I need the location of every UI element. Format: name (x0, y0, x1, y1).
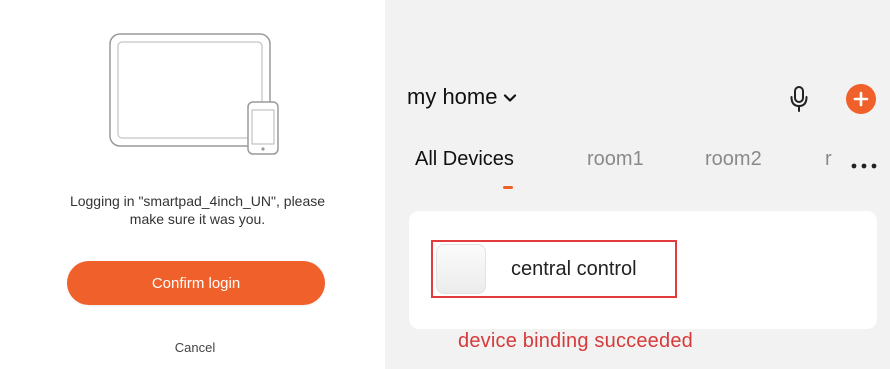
more-icon[interactable] (850, 163, 878, 169)
room-tabs: All Devices room1 room2 r (415, 148, 890, 189)
app-home-panel: my home All Devices room1 room2 r centra… (385, 0, 890, 369)
device-highlight-box: central control (431, 240, 677, 298)
device-thumbnail (436, 244, 486, 294)
plus-icon (853, 91, 869, 107)
tab-room2[interactable]: room2 (705, 148, 762, 171)
tab-room-partial[interactable]: r (825, 148, 832, 171)
cancel-link[interactable]: Cancel (145, 340, 245, 355)
login-message: Logging in "smartpad_4inch_UN", please m… (20, 192, 375, 228)
tablet-phone-illustration (109, 33, 279, 155)
login-message-line-1: Logging in "smartpad_4inch_UN", please (69, 193, 326, 209)
login-message-line-2: make sure it was you. (129, 211, 266, 227)
active-tab-indicator (503, 186, 513, 189)
microphone-icon[interactable] (789, 85, 809, 113)
device-card[interactable]: central control (409, 211, 877, 329)
tab-all-devices[interactable]: All Devices (415, 148, 514, 171)
device-name: central control (511, 257, 637, 280)
login-confirmation-panel: Logging in "smartpad_4inch_UN", please m… (0, 0, 385, 369)
chevron-down-icon (504, 94, 517, 102)
confirm-login-button[interactable]: Confirm login (67, 261, 325, 305)
home-selector[interactable]: my home (407, 84, 517, 110)
tab-room1[interactable]: room1 (587, 148, 644, 171)
home-title: my home (407, 84, 498, 109)
add-device-button[interactable] (846, 84, 876, 114)
binding-status-caption: device binding succeeded (458, 330, 693, 352)
